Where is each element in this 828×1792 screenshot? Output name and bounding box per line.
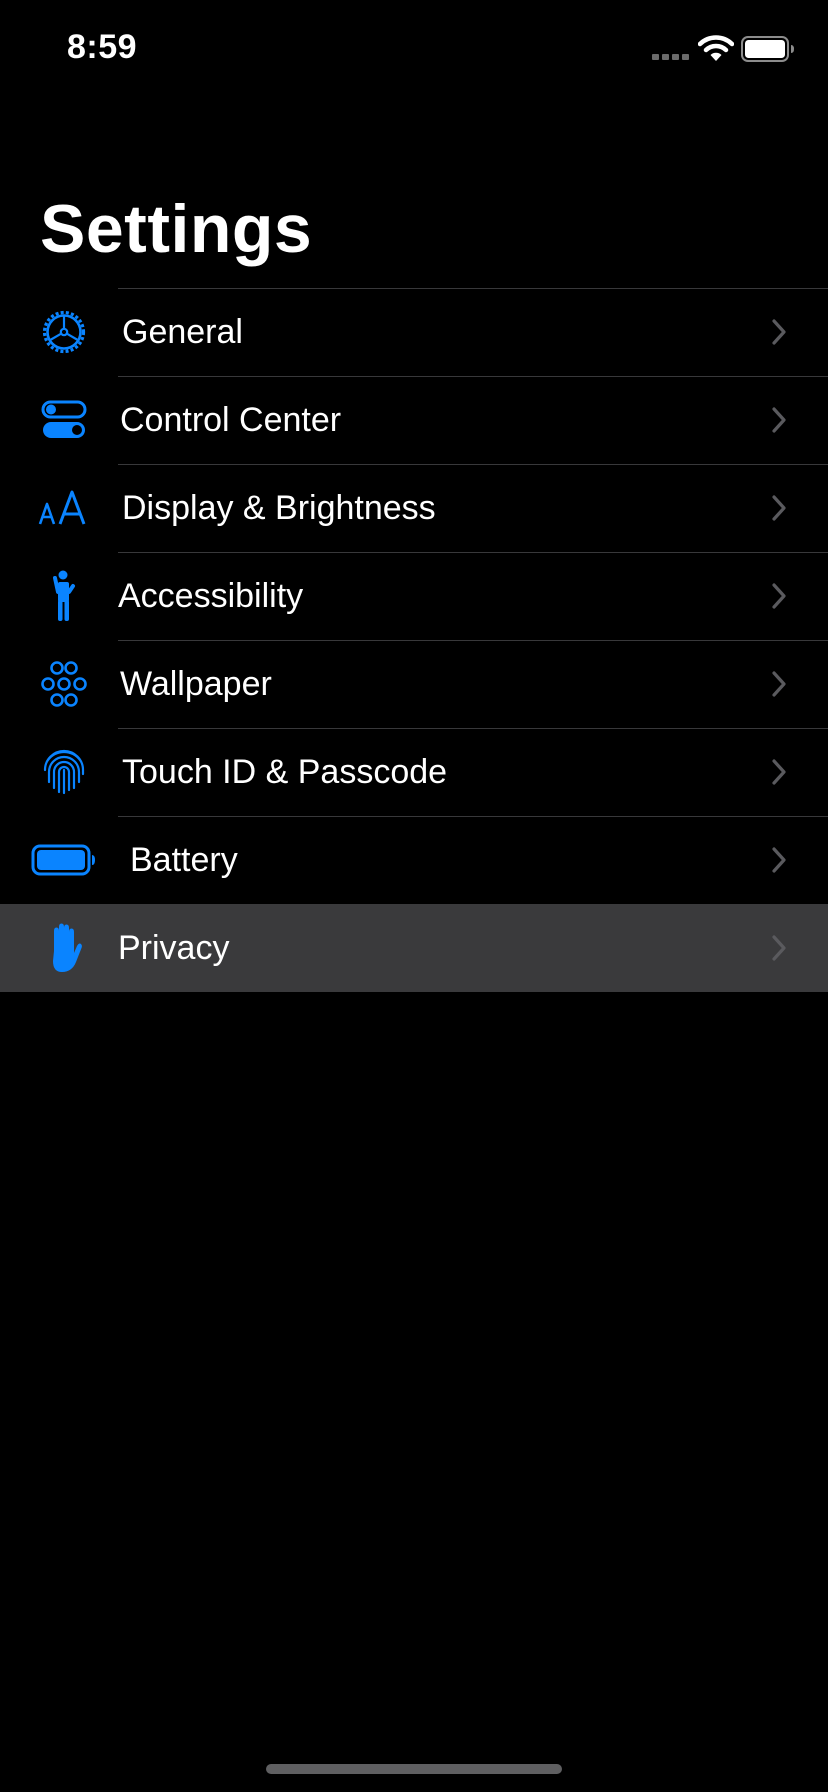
settings-row-battery[interactable]: Battery (0, 816, 828, 904)
settings-row-label: Control Center (120, 401, 342, 439)
home-indicator[interactable] (266, 1764, 562, 1774)
settings-list: General Control Center Display & Brightn… (0, 288, 828, 992)
settings-row-control-center[interactable]: Control Center (0, 376, 828, 464)
hand-icon (30, 918, 98, 978)
settings-row-label: Touch ID & Passcode (122, 753, 448, 791)
settings-row-privacy[interactable]: Privacy (0, 904, 828, 992)
settings-row-label: Accessibility (118, 577, 304, 615)
gear-icon (30, 302, 98, 362)
settings-row-label: Wallpaper (120, 665, 272, 703)
chevron-right-icon (772, 495, 786, 521)
chevron-right-icon (772, 935, 786, 961)
chevron-right-icon (772, 583, 786, 609)
settings-row-general[interactable]: General (0, 288, 828, 376)
wifi-icon (698, 35, 734, 61)
chevron-right-icon (772, 671, 786, 697)
settings-row-display-brightness[interactable]: Display & Brightness (0, 464, 828, 552)
chevron-right-icon (772, 319, 786, 345)
text-size-icon (30, 478, 98, 538)
settings-row-label: General (122, 313, 243, 351)
status-bar: 8:59 (0, 0, 828, 100)
status-time: 8:59 (67, 28, 138, 66)
page-title: Settings (40, 191, 313, 267)
settings-row-wallpaper[interactable]: Wallpaper (0, 640, 828, 728)
toggle-switches-icon (30, 390, 98, 450)
settings-row-accessibility[interactable]: Accessibility (0, 552, 828, 640)
chevron-right-icon (772, 759, 786, 785)
cellular-signal-icon (652, 54, 689, 60)
settings-row-label: Battery (130, 841, 238, 879)
accessibility-figure-icon (30, 566, 98, 626)
flower-icon (30, 654, 98, 714)
settings-row-label: Display & Brightness (122, 489, 436, 527)
battery-icon (30, 830, 98, 890)
battery-icon (741, 36, 794, 62)
chevron-right-icon (772, 847, 786, 873)
settings-row-touch-id-passcode[interactable]: Touch ID & Passcode (0, 728, 828, 816)
fingerprint-icon (30, 742, 98, 802)
settings-row-label: Privacy (118, 929, 230, 967)
chevron-right-icon (772, 407, 786, 433)
